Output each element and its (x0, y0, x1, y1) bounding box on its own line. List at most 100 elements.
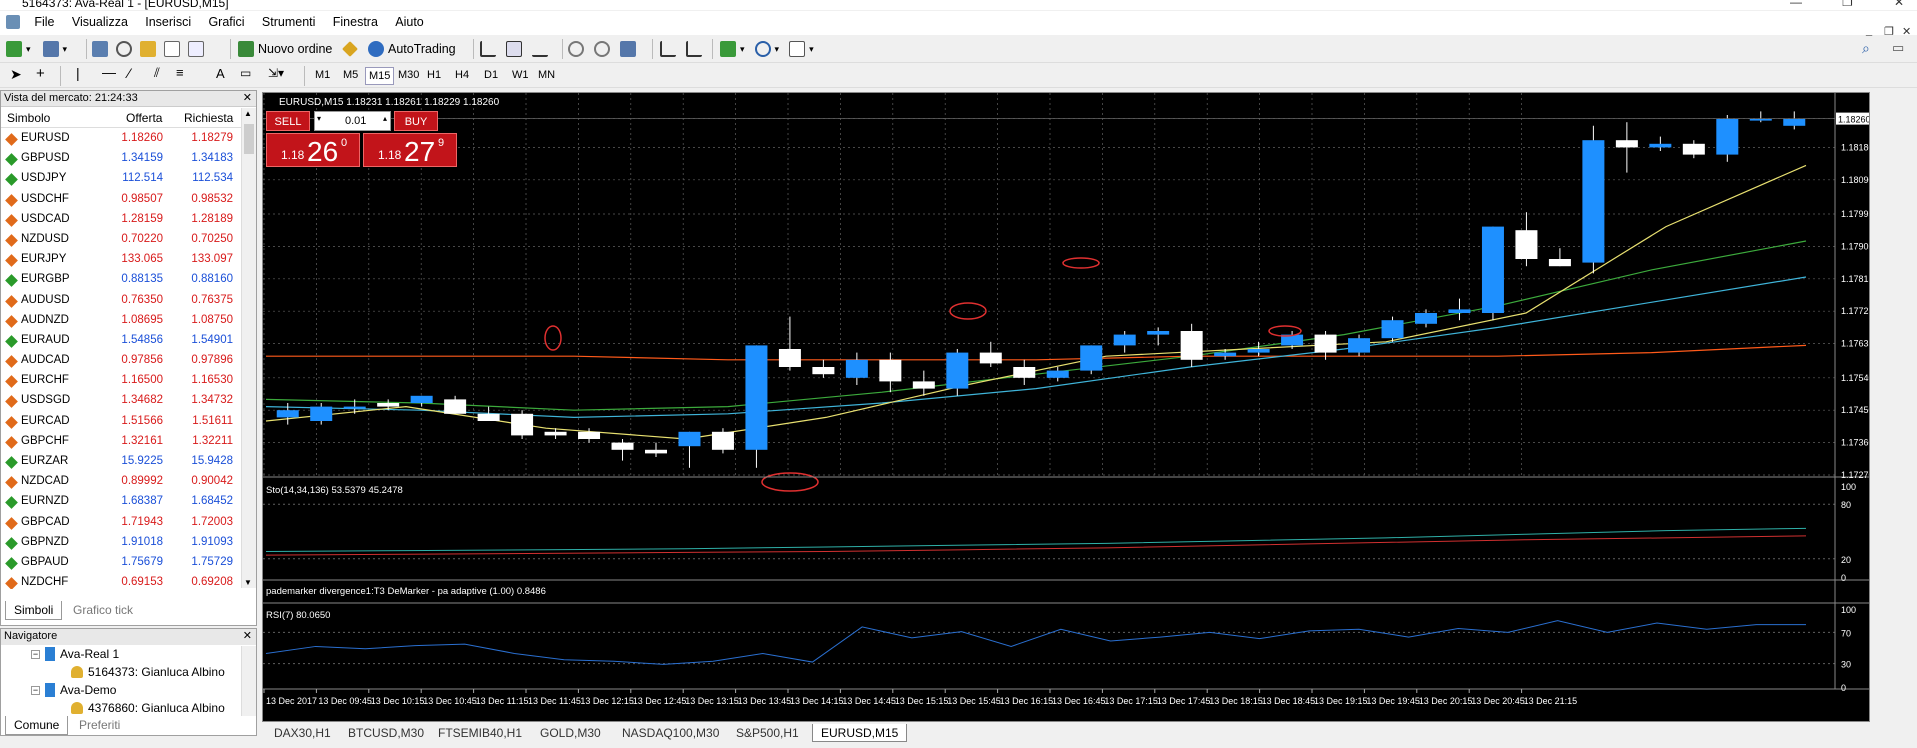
fibonacci-icon[interactable]: ≡ (176, 65, 184, 80)
candle-body[interactable] (1247, 349, 1270, 353)
market-watch-row[interactable]: USDJPY 112.514 112.534 (1, 169, 241, 189)
candle-body[interactable] (477, 413, 500, 421)
candle-body[interactable] (1682, 143, 1705, 155)
candle-body[interactable] (912, 381, 935, 389)
scroll-down-icon[interactable]: ▼ (244, 578, 252, 587)
candle-body[interactable] (1448, 309, 1471, 313)
candle-body[interactable] (410, 395, 433, 403)
candle-body[interactable] (1716, 118, 1739, 155)
candle-body[interactable] (310, 406, 333, 421)
profiles-icon[interactable] (42, 41, 59, 57)
market-watch-row[interactable]: EURJPY 133.065 133.097 (1, 250, 241, 270)
scroll-up-icon[interactable]: ▲ (244, 109, 252, 118)
col-ask[interactable]: Richiesta (184, 111, 233, 125)
periods-icon[interactable] (754, 41, 771, 57)
tab-tick-chart[interactable]: Grafico tick (65, 601, 141, 620)
market-watch-row[interactable]: EURAUD 1.54856 1.54901 (1, 331, 241, 351)
market-watch-scrollbar[interactable]: ▲ ▼ (241, 108, 256, 588)
maximize-button[interactable]: ❐ (1842, 0, 1853, 9)
candle-body[interactable] (1481, 226, 1504, 313)
candle-body[interactable] (1180, 331, 1203, 360)
col-bid[interactable]: Offerta (126, 111, 162, 125)
candle-body[interactable] (1113, 334, 1136, 346)
candle-body[interactable] (678, 431, 701, 447)
buy-button[interactable]: BUY (394, 111, 438, 131)
collapse-icon[interactable]: − (31, 685, 40, 695)
close-icon[interactable]: ✕ (243, 91, 252, 104)
crosshair-icon[interactable]: + (36, 65, 45, 82)
data-window-icon[interactable] (116, 41, 132, 57)
timeframe-w1[interactable]: W1 (509, 67, 532, 83)
market-watch-row[interactable]: EURCAD 1.51566 1.51611 (1, 412, 241, 432)
candle-body[interactable] (578, 431, 601, 439)
market-watch-row[interactable]: USDCAD 1.28159 1.28189 (1, 210, 241, 230)
candle-body[interactable] (1615, 140, 1638, 148)
candle-body[interactable] (1415, 313, 1437, 324)
chart-tab-sp500[interactable]: S&P500,H1 (728, 724, 807, 742)
market-watch-row[interactable]: GBPCHF 1.32161 1.32211 (1, 432, 241, 452)
chart-shift-icon[interactable] (686, 41, 702, 57)
line-chart-icon[interactable] (532, 41, 548, 57)
search-icon[interactable]: ⌕ (1862, 40, 1870, 57)
market-watch-row[interactable]: EURZAR 15.9225 15.9428 (1, 452, 241, 472)
menu-charts[interactable]: Grafici (201, 11, 251, 33)
lot-size-field[interactable]: ▾ 0.01 ▴ (314, 111, 391, 131)
candle-body[interactable] (343, 406, 366, 409)
candle-body[interactable] (1080, 345, 1103, 371)
app-icon[interactable] (6, 15, 20, 29)
indicators-icon[interactable] (720, 41, 736, 57)
minimize-button[interactable]: — (1790, 0, 1802, 9)
market-watch-row[interactable]: GBPUSD 1.34159 1.34183 (1, 149, 241, 169)
zoom-in-icon[interactable] (568, 41, 584, 57)
new-order-button[interactable]: Nuovo ordine (238, 38, 332, 60)
candle-body[interactable] (1381, 320, 1404, 339)
tab-common[interactable]: Comune (5, 716, 69, 735)
menu-help[interactable]: Aiuto (388, 11, 431, 33)
community-icon[interactable]: ▭ (1892, 40, 1904, 56)
market-watch-row[interactable]: EURNZD 1.68387 1.68452 (1, 492, 241, 512)
templates-icon[interactable] (789, 41, 806, 57)
tab-symbols[interactable]: Simboli (5, 601, 63, 620)
chart-tab-eurusd[interactable]: EURUSD,M15 (812, 724, 908, 742)
chart-canvas[interactable]: 1.182601.181801.180901.179951.179051.178… (263, 93, 1874, 721)
candle-body[interactable] (1013, 367, 1036, 378)
candle-body[interactable] (845, 359, 868, 378)
menu-view[interactable]: Visualizza (65, 11, 135, 33)
candle-body[interactable] (745, 345, 768, 450)
timeframe-h4[interactable]: H4 (452, 67, 472, 83)
market-watch-row[interactable]: GBPCAD 1.71943 1.72003 (1, 513, 241, 533)
strategy-tester-icon[interactable] (188, 41, 204, 57)
candle-body[interactable] (778, 349, 801, 367)
timeframe-m30[interactable]: M30 (395, 67, 422, 83)
candlestick-icon[interactable] (506, 41, 522, 57)
market-watch-row[interactable]: EURGBP 0.88135 0.88160 (1, 270, 241, 290)
timeframe-d1[interactable]: D1 (481, 67, 501, 83)
candle-body[interactable] (812, 367, 835, 375)
new-chart-icon[interactable] (6, 41, 22, 57)
autotrading-button[interactable]: AutoTrading (368, 38, 456, 60)
chart-tab-nasdaq100[interactable]: NASDAQ100,M30 (614, 724, 727, 742)
label-icon[interactable]: ▭ (240, 66, 251, 80)
account-group-demo[interactable]: − Ava-Demo (31, 683, 116, 697)
market-watch-row[interactable]: GBPAUD 1.75679 1.75729 (1, 553, 241, 573)
account-item[interactable]: 5164373: Gianluca Albino (71, 665, 225, 679)
account-group-real[interactable]: − Ava-Real 1 (31, 647, 119, 661)
navigator-scrollbar[interactable] (241, 646, 256, 716)
market-watch-row[interactable]: USDSGD 1.34682 1.34732 (1, 391, 241, 411)
navigator-icon[interactable] (140, 41, 156, 57)
candle-body[interactable] (511, 413, 534, 436)
candle-body[interactable] (1214, 352, 1237, 357)
candle-body[interactable] (444, 399, 467, 414)
col-symbol[interactable]: Simbolo (7, 111, 50, 125)
chart-tab-btcusd[interactable]: BTCUSD,M30 (340, 724, 432, 742)
market-watch-row[interactable]: NZDCHF 0.69153 0.69208 (1, 573, 241, 589)
candle-body[interactable] (276, 410, 299, 418)
candle-body[interactable] (1649, 143, 1672, 148)
bar-chart-icon[interactable] (480, 41, 496, 57)
candle-body[interactable] (1515, 230, 1538, 259)
candle-body[interactable] (1548, 259, 1571, 267)
candle-body[interactable] (879, 359, 902, 382)
market-watch-row[interactable]: AUDNZD 1.08695 1.08750 (1, 311, 241, 331)
candle-body[interactable] (1348, 338, 1371, 353)
market-watch-row[interactable]: USDCHF 0.98507 0.98532 (1, 190, 241, 210)
